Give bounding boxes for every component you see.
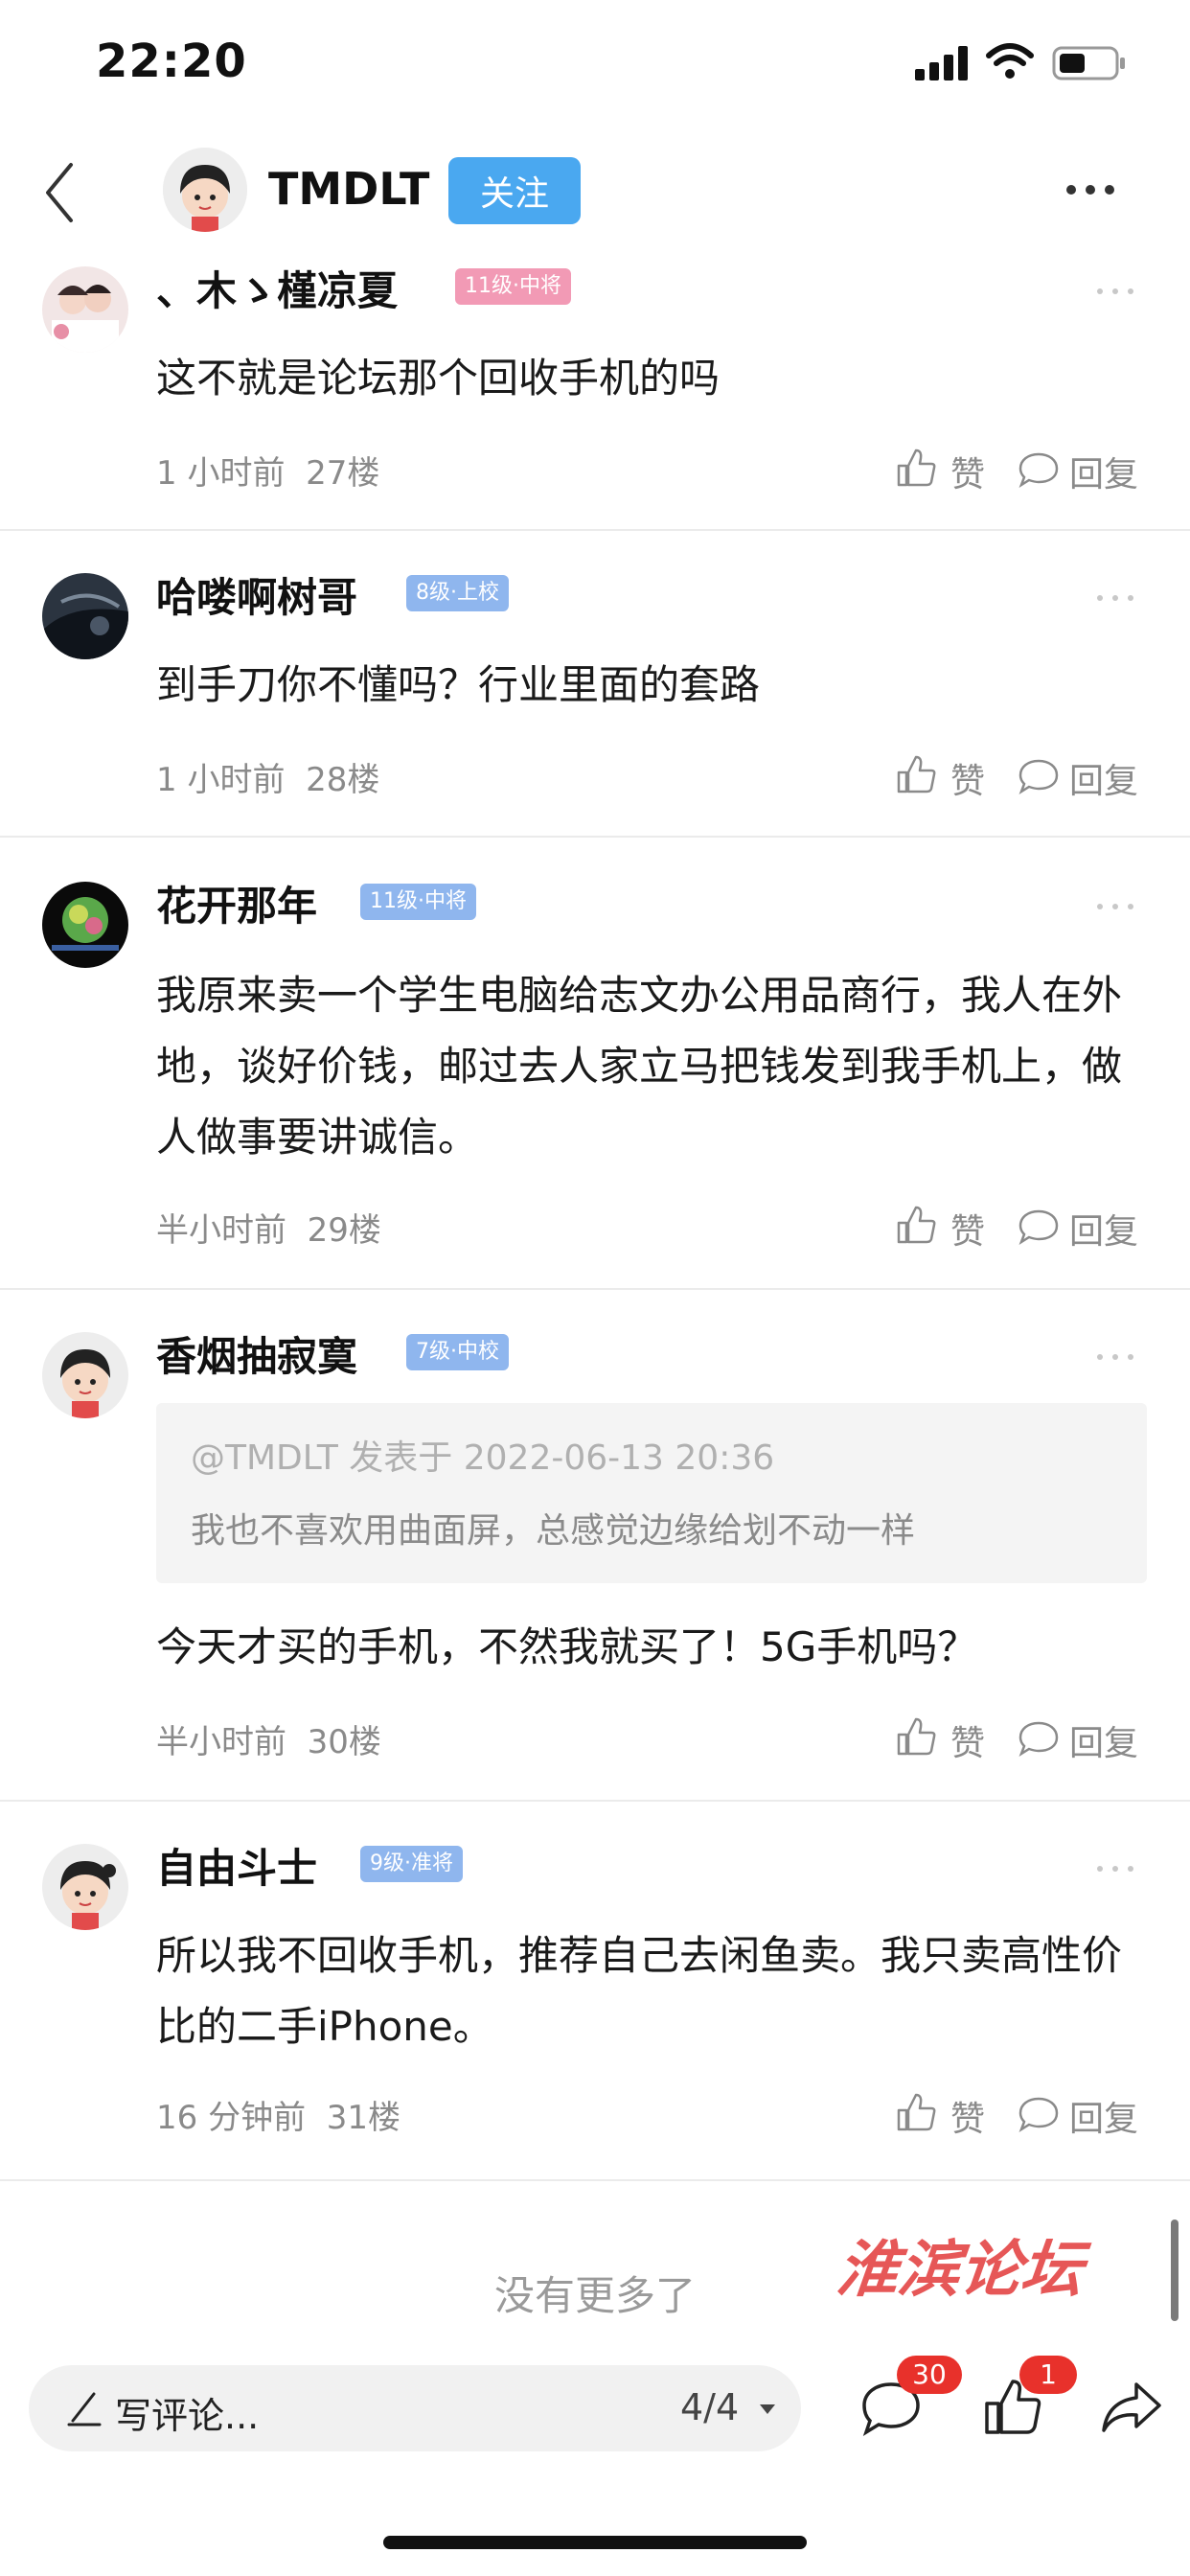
like-button[interactable]: 赞 [950, 1204, 985, 1254]
comment-text: 这不就是论坛那个回收手机的吗 [156, 355, 721, 402]
thumbs-up-icon[interactable] [895, 1204, 937, 1246]
forum-watermark-logo: 淮滨论坛 [834, 2234, 1093, 2306]
comment-meta: 1 小时前 28楼 [156, 753, 379, 800]
battery-icon [1052, 46, 1125, 80]
status-time: 22:20 [96, 34, 247, 88]
nav-bar: TMDLT 关注 [0, 134, 1190, 259]
level-badge: 11级·中将 [455, 268, 571, 305]
pen-icon [67, 2392, 102, 2426]
bottom-toolbar: 写评论... 4/4 30 1 [0, 2342, 1190, 2476]
more-options-icon[interactable] [1065, 184, 1115, 196]
like-count-badge: 1 [1019, 2356, 1077, 2394]
like-button[interactable]: 赞 [950, 753, 985, 803]
svg-text:淮滨论坛: 淮滨论坛 [834, 2234, 1093, 2306]
comment-meta: 1 小时前 27楼 [156, 447, 379, 494]
screen: 22:20 TMDLT 关注 、木ゝ槿凉夏 11级·中将 这不就是论坛那个回收手… [0, 0, 1190, 2576]
reply-button[interactable]: 回复 [1069, 2091, 1138, 2141]
commenter-avatar[interactable] [42, 1844, 128, 1930]
thumbs-up-icon[interactable] [895, 753, 937, 795]
commenter-name[interactable]: 哈喽啊树哥 [156, 565, 357, 624]
comment-count-badge: 30 [897, 2356, 962, 2394]
quoted-comment[interactable]: @TMDLT 发表于 2022-06-13 20:36 我也不喜欢用曲面屏，总感… [156, 1403, 1147, 1583]
reply-bubble-icon[interactable] [1018, 450, 1060, 489]
home-indicator [383, 2536, 807, 2549]
comment-item: 哈喽啊树哥 8级·上校 到手刀你不懂吗？行业里面的套路 1 小时前 28楼 赞 … [0, 529, 1190, 838]
like-button[interactable]: 赞 [950, 2091, 985, 2141]
wifi-icon [986, 43, 1034, 79]
comment-floor: 29楼 [307, 1211, 381, 1250]
author-avatar[interactable] [163, 148, 247, 232]
reply-button[interactable]: 回复 [1069, 447, 1138, 496]
comment-item: 自由斗士 9级·准将 所以我不回收手机，推荐自己去闲鱼卖。我只卖高性价比的二手i… [0, 1800, 1190, 2181]
comment-floor: 28楼 [306, 761, 380, 799]
commenter-avatar[interactable] [42, 882, 128, 968]
reply-bubble-icon[interactable] [1018, 2095, 1060, 2133]
comment-time: 半小时前 [156, 1211, 286, 1250]
write-comment-placeholder: 写评论... [115, 2395, 260, 2437]
comment-more-icon[interactable] [1096, 1865, 1134, 1873]
comment-time: 1 小时前 [156, 454, 286, 493]
back-arrow-icon[interactable] [40, 159, 79, 226]
comment-time: 16 分钟前 [156, 2099, 307, 2137]
commenter-name[interactable]: 自由斗士 [156, 1836, 317, 1895]
comment-floor: 27楼 [306, 454, 380, 493]
comment-floor: 31楼 [326, 2099, 400, 2137]
comment-item: 、木ゝ槿凉夏 11级·中将 这不就是论坛那个回收手机的吗 1 小时前 27楼 赞… [0, 259, 1190, 531]
quote-text: 我也不喜欢用曲面屏，总感觉边缘给划不动一样 [191, 1511, 916, 1551]
scrollbar[interactable] [1171, 2220, 1179, 2321]
comment-text: 到手刀你不懂吗？行业里面的套路 [156, 661, 761, 708]
write-comment-input[interactable]: 写评论... 4/4 [29, 2365, 801, 2451]
reply-bubble-icon[interactable] [1018, 1719, 1060, 1758]
share-arrow-icon[interactable] [1100, 2380, 1163, 2434]
commenter-avatar[interactable] [42, 1332, 128, 1418]
comment-floor: 30楼 [307, 1723, 381, 1761]
reply-button[interactable]: 回复 [1069, 1715, 1138, 1765]
comment-text: 所以我不回收手机，推荐自己去闲鱼卖。我只卖高性价比的二手iPhone。 [156, 1932, 1123, 2050]
comment-meta: 16 分钟前 31楼 [156, 2091, 400, 2138]
commenter-avatar[interactable] [42, 266, 128, 353]
commenter-avatar[interactable] [42, 573, 128, 659]
commenter-name[interactable]: 香烟抽寂寞 [156, 1324, 357, 1383]
like-button[interactable]: 赞 [950, 447, 985, 496]
level-badge: 9级·准将 [360, 1846, 463, 1882]
quote-author: @TMDLT 发表于 2022-06-13 20:36 [191, 1438, 775, 1478]
reply-button[interactable]: 回复 [1069, 1204, 1138, 1254]
comment-text: 今天才买的手机，不然我就买了！5G手机吗？ [156, 1623, 978, 1670]
status-bar: 22:20 [0, 0, 1190, 134]
comment-more-icon[interactable] [1096, 1353, 1134, 1361]
thumbs-up-icon[interactable] [895, 1715, 937, 1758]
reply-button[interactable]: 回复 [1069, 753, 1138, 803]
page-indicator[interactable]: 4/4 [680, 2386, 739, 2428]
comment-meta: 半小时前 29楼 [156, 1204, 381, 1251]
comment-more-icon[interactable] [1096, 903, 1134, 910]
comment-more-icon[interactable] [1096, 594, 1134, 602]
author-name[interactable]: TMDLT [268, 163, 429, 215]
comment-time: 1 小时前 [156, 761, 286, 799]
commenter-name[interactable]: 花开那年 [156, 874, 317, 932]
comment-item: 香烟抽寂寞 7级·中校 @TMDLT 发表于 2022-06-13 20:36 … [0, 1288, 1190, 1802]
follow-button[interactable]: 关注 [448, 157, 581, 224]
commenter-name[interactable]: 、木ゝ槿凉夏 [156, 259, 398, 317]
comment-text: 我原来卖一个学生电脑给志文办公用品商行，我人在外地，谈好价钱，邮过去人家立马把钱… [156, 972, 1123, 1161]
reply-bubble-icon[interactable] [1018, 1208, 1060, 1246]
thumbs-up-icon[interactable] [895, 447, 937, 489]
comment-more-icon[interactable] [1096, 288, 1134, 295]
level-badge: 11级·中将 [360, 884, 476, 920]
level-badge: 8级·上校 [406, 575, 509, 611]
like-button[interactable]: 赞 [950, 1715, 985, 1765]
caret-down-icon[interactable] [759, 2404, 776, 2415]
level-badge: 7级·中校 [406, 1334, 509, 1370]
cellular-signal-icon [915, 46, 968, 80]
comment-time: 半小时前 [156, 1723, 286, 1761]
comment-meta: 半小时前 30楼 [156, 1715, 381, 1762]
reply-bubble-icon[interactable] [1018, 757, 1060, 795]
thumbs-up-icon[interactable] [895, 2091, 937, 2133]
comment-item: 花开那年 11级·中将 我原来卖一个学生电脑给志文办公用品商行，我人在外地，谈好… [0, 836, 1190, 1290]
